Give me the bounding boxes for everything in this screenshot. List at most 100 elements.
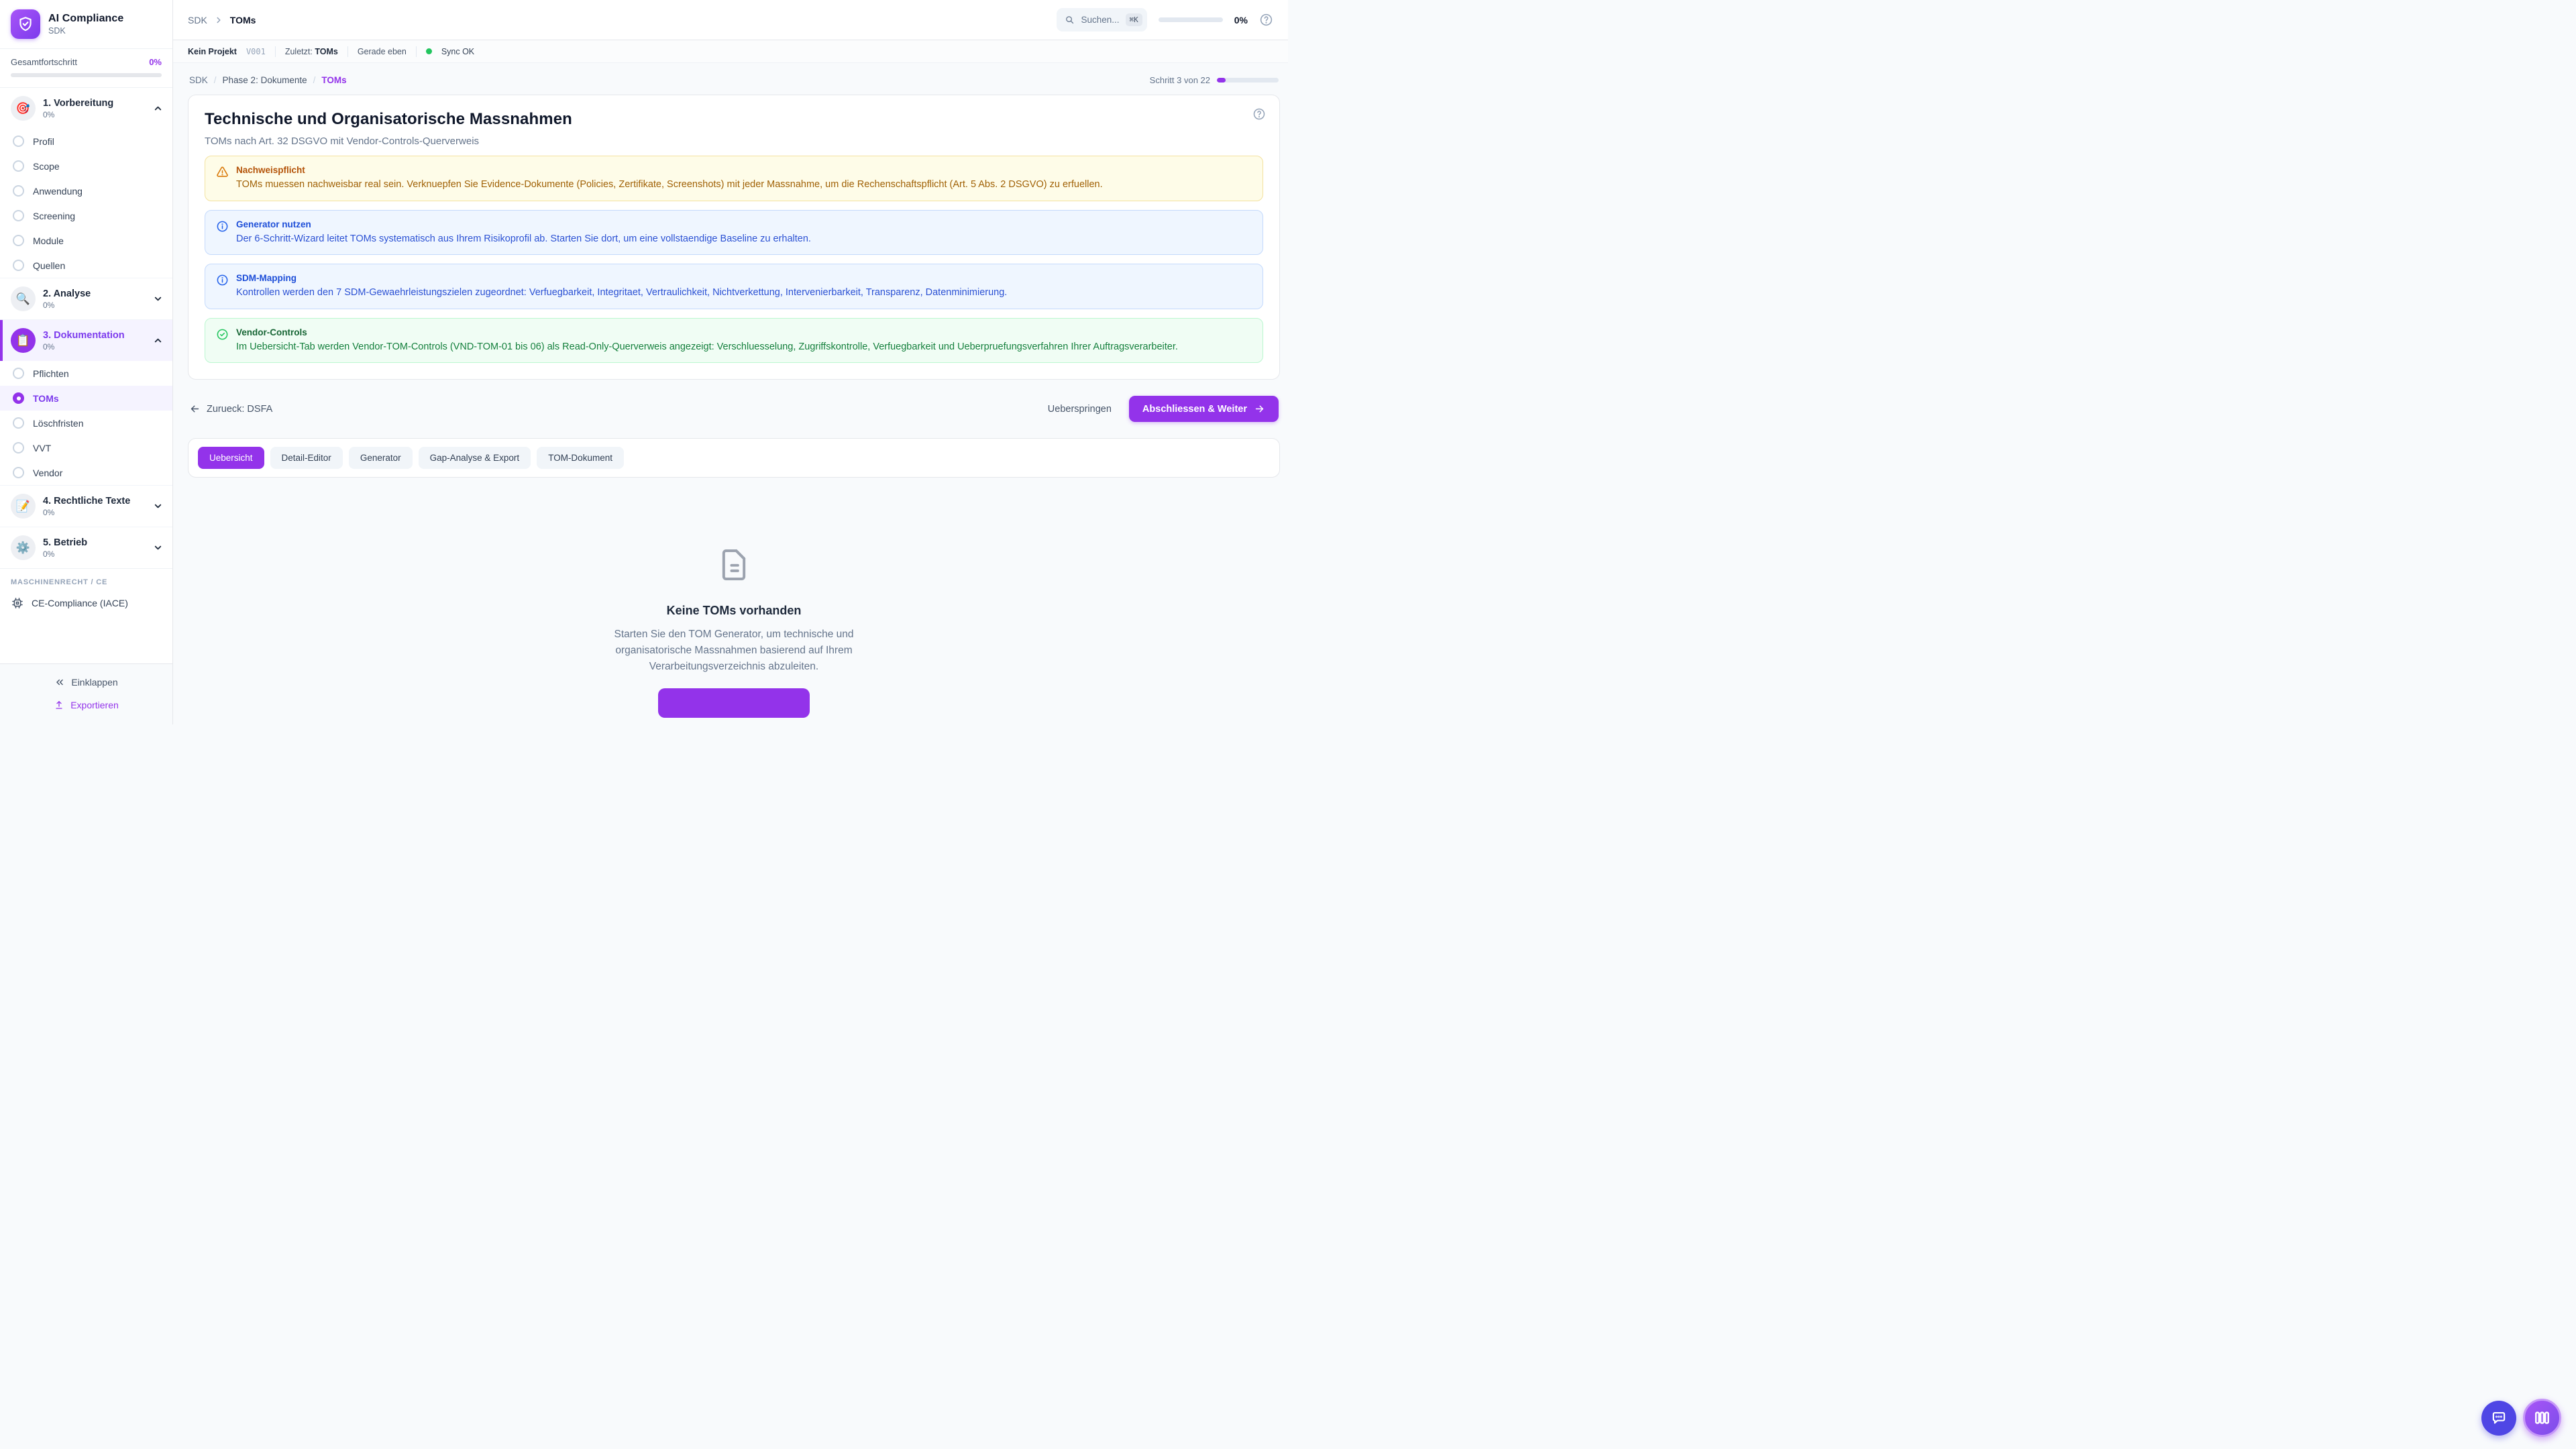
radio-circle-icon <box>13 210 24 221</box>
divider <box>275 46 276 57</box>
help-icon[interactable] <box>1259 13 1273 27</box>
double-chevron-left-icon <box>54 677 65 688</box>
chip-icon <box>11 596 24 610</box>
alert-title: Nachweispflicht <box>236 165 1103 175</box>
chevron-up-icon <box>153 103 163 113</box>
breadcrumb-current: TOMs <box>321 75 346 85</box>
search-icon <box>1065 15 1075 25</box>
tab-bar: Uebersicht Detail-Editor Generator Gap-A… <box>188 438 1280 478</box>
overall-progress-value: 0% <box>149 57 162 67</box>
warning-alert: Nachweispflicht TOMs muessen nachweisbar… <box>205 156 1263 201</box>
last-visited-label: Zuletzt: TOMs <box>285 47 338 56</box>
empty-state-title: Keine TOMs vorhanden <box>188 604 1280 618</box>
radio-circle-icon <box>13 417 24 429</box>
memo-icon: 📝 <box>11 494 36 519</box>
header-progress-value: 0% <box>1234 15 1248 25</box>
sidebar-item-anwendung[interactable]: Anwendung <box>0 178 172 203</box>
sidebar-item-module[interactable]: Module <box>0 228 172 253</box>
radio-circle-icon <box>13 260 24 271</box>
breadcrumb-separator: / <box>313 75 316 85</box>
sidebar-item-scope[interactable]: Scope <box>0 154 172 178</box>
warning-triangle-icon <box>216 166 229 192</box>
tab-detail-editor[interactable]: Detail-Editor <box>270 447 343 469</box>
sidebar-item-vendor[interactable]: Vendor <box>0 460 172 485</box>
tom-generator-start-button[interactable] <box>658 688 810 718</box>
overall-progress-track <box>11 73 162 77</box>
sidebar: AI Compliance SDK Gesamtfortschritt 0% 🎯… <box>0 0 173 724</box>
sidebar-item-profil[interactable]: Profil <box>0 129 172 154</box>
export-button[interactable]: Exportieren <box>0 694 172 716</box>
radio-circle-icon <box>13 185 24 197</box>
radio-circle-icon <box>13 160 24 172</box>
empty-state: Keine TOMs vorhanden Starten Sie den TOM… <box>188 545 1280 718</box>
skip-button[interactable]: Ueberspringen <box>1048 404 1112 415</box>
topbar: SDK TOMs Suchen... ⌘K 0% <box>173 0 1288 40</box>
sidebar-item-vvt[interactable]: VVT <box>0 435 172 460</box>
clipboard-icon: 📋 <box>11 328 36 353</box>
chevron-up-icon <box>153 335 163 345</box>
help-icon[interactable] <box>1252 107 1266 121</box>
chevron-down-icon <box>153 294 163 304</box>
sidebar-section-maschinenrecht: MASCHINENRECHT / CE <box>0 568 172 590</box>
overall-progress: Gesamtfortschritt 0% <box>0 49 172 88</box>
sidebar-phase-analyse[interactable]: 🔍 2. Analyse 0% <box>0 278 172 319</box>
breadcrumb-sdk[interactable]: SDK <box>189 75 208 85</box>
sync-status-dot <box>426 48 432 54</box>
alert-body: Im Uebersicht-Tab werden Vendor-TOM-Cont… <box>236 341 1178 354</box>
intro-card: Technische und Organisatorische Massnahm… <box>188 95 1280 380</box>
phase-nav: 🎯 1. Vorbereitung 0% Profil Scope Anwen <box>0 88 172 618</box>
info-alert-sdm: SDM-Mapping Kontrollen werden den 7 SDM-… <box>205 264 1263 309</box>
alert-body: TOMs muessen nachweisbar real sein. Verk… <box>236 178 1103 192</box>
tab-uebersicht[interactable]: Uebersicht <box>198 447 264 469</box>
sidebar-item-pflichten[interactable]: Pflichten <box>0 361 172 386</box>
alert-body: Kontrollen werden den 7 SDM-Gewaehrleist… <box>236 286 1007 300</box>
upload-icon <box>54 700 64 710</box>
page-content: SDK / Phase 2: Dokumente / TOMs Schritt … <box>173 63 1288 724</box>
sidebar-item-loeschfristen[interactable]: Löschfristen <box>0 411 172 435</box>
breadcrumb: SDK / Phase 2: Dokumente / TOMs <box>189 75 347 85</box>
floating-buttons <box>2481 1399 2561 1437</box>
step-indicator: Schritt 3 von 22 <box>1150 75 1210 85</box>
radio-selected-icon <box>13 392 24 404</box>
sidebar-item-screening[interactable]: Screening <box>0 203 172 228</box>
sidebar-phase-vorbereitung[interactable]: 🎯 1. Vorbereitung 0% <box>0 88 172 129</box>
search-placeholder: Suchen... <box>1081 15 1119 25</box>
arrow-right-icon <box>1254 403 1265 415</box>
tab-generator[interactable]: Generator <box>349 447 413 469</box>
alert-body: Der 6-Schritt-Wizard leitet TOMs systema… <box>236 233 811 246</box>
chat-button[interactable] <box>2481 1401 2516 1436</box>
shield-check-icon <box>17 15 34 33</box>
columns-panel-button[interactable] <box>2523 1399 2561 1437</box>
tab-gap-analyse-export[interactable]: Gap-Analyse & Export <box>419 447 531 469</box>
app-title: AI Compliance <box>48 13 123 25</box>
sidebar-phase-dokumentation[interactable]: 📋 3. Dokumentation 0% <box>0 320 172 361</box>
app-header: AI Compliance SDK <box>0 0 172 49</box>
breadcrumb-phase[interactable]: Phase 2: Dokumente <box>223 75 307 85</box>
page-breadcrumb-row: SDK / Phase 2: Dokumente / TOMs Schritt … <box>189 75 1279 85</box>
tab-tom-dokument[interactable]: TOM-Dokument <box>537 447 624 469</box>
main-area: SDK TOMs Suchen... ⌘K 0% Kein Projekt <box>173 0 1288 724</box>
sidebar-phase-rechtliche-texte[interactable]: 📝 4. Rechtliche Texte 0% <box>0 486 172 527</box>
info-circle-icon <box>216 274 229 300</box>
chevron-right-icon <box>214 15 223 25</box>
info-circle-icon <box>216 220 229 246</box>
keyboard-shortcut-badge: ⌘K <box>1126 13 1142 26</box>
target-icon: 🎯 <box>11 96 36 121</box>
sidebar-item-quellen[interactable]: Quellen <box>0 253 172 278</box>
search-input[interactable]: Suchen... ⌘K <box>1057 8 1146 32</box>
status-bar: Kein Projekt V001 Zuletzt: TOMs Gerade e… <box>173 40 1288 63</box>
overall-progress-label: Gesamtfortschritt <box>11 57 77 67</box>
divider <box>416 46 417 57</box>
sidebar-item-toms[interactable]: TOMs <box>0 386 172 411</box>
chevron-down-icon <box>153 501 163 511</box>
radio-circle-icon <box>13 467 24 478</box>
sidebar-phase-betrieb[interactable]: ⚙️ 5. Betrieb 0% <box>0 527 172 568</box>
breadcrumb-root[interactable]: SDK <box>188 15 207 25</box>
radio-circle-icon <box>13 235 24 246</box>
collapse-sidebar-button[interactable]: Einklappen <box>0 671 172 694</box>
back-button[interactable]: Zurueck: DSFA <box>189 403 272 415</box>
last-saved-time: Gerade eben <box>358 47 407 56</box>
sidebar-item-ce-compliance[interactable]: CE-Compliance (IACE) <box>0 590 172 618</box>
finish-next-button[interactable]: Abschliessen & Weiter <box>1129 396 1279 422</box>
radio-circle-icon <box>13 136 24 147</box>
